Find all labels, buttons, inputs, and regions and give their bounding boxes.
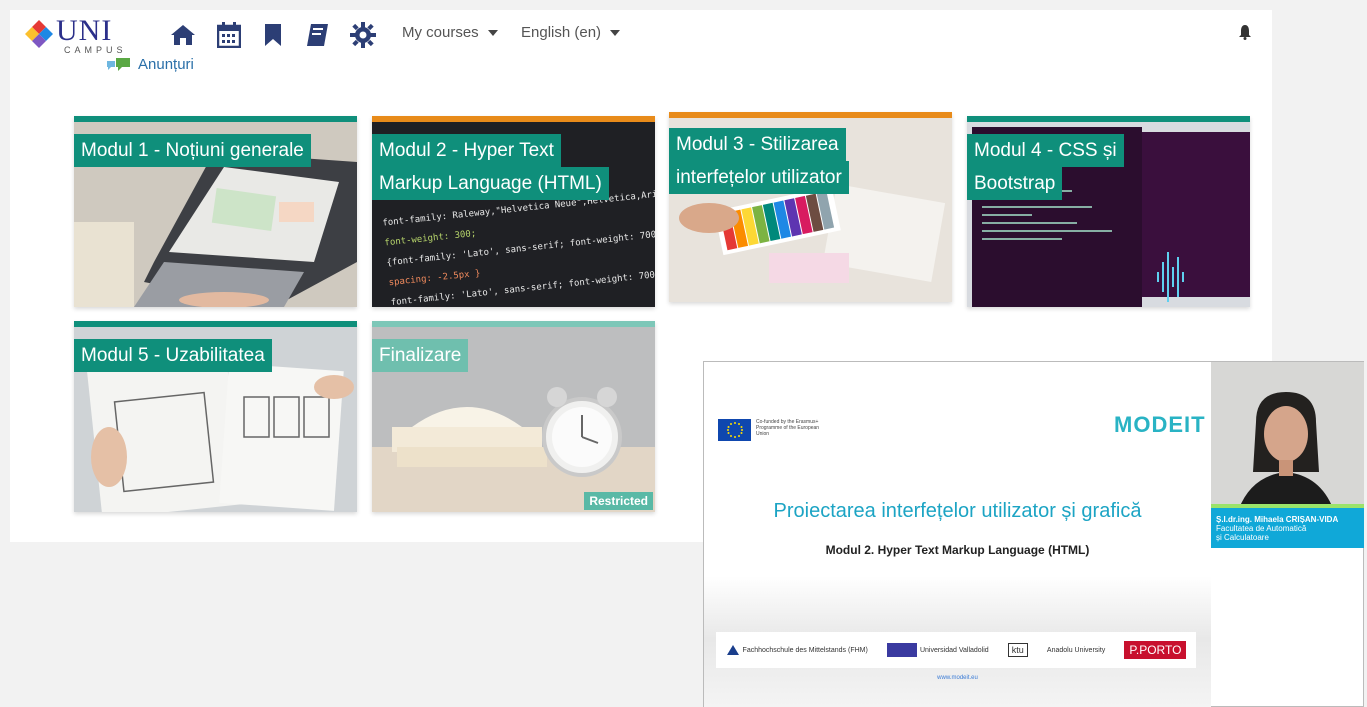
slide-title: Proiectarea interfețelor utilizator și g… — [773, 500, 1142, 522]
module-tile-5[interactable]: Modul 5 - Uzabilitatea — [74, 321, 357, 512]
calendar-icon[interactable] — [214, 20, 244, 50]
partner-valladolid: Universidad Valladolid — [886, 643, 989, 657]
logo-diamond-icon — [25, 20, 53, 48]
partner-pporto: P.PORTO — [1124, 641, 1187, 659]
chevron-down-icon — [610, 29, 621, 36]
module-tile-1[interactable]: Modul 1 - Noțiuni generale — [74, 116, 357, 307]
home-icon[interactable] — [168, 20, 198, 50]
logo-subtext: CAMPUS — [64, 45, 127, 55]
module-4-title-line-1: Modul 4 - CSS și — [967, 134, 1124, 167]
announcements-label: Anunțuri — [138, 56, 194, 73]
gear-icon[interactable] — [348, 20, 378, 50]
unicampus-logo[interactable]: UNI CAMPUS — [24, 14, 134, 58]
module-3-title-line-1: Modul 3 - Stilizarea — [669, 128, 846, 161]
module-tile-3[interactable]: Modul 3 - Stilizarea interfețelor utiliz… — [669, 112, 952, 302]
valladolid-logo-icon — [886, 643, 917, 657]
partner-anadolu: Anadolu University — [1046, 646, 1106, 654]
module-tile-4[interactable]: Modul 4 - CSS și Bootstrap — [967, 116, 1250, 307]
module-tile-finalizare[interactable]: Finalizare Restricted — [372, 321, 655, 512]
restricted-badge: Restricted — [584, 492, 653, 510]
bookmark-icon[interactable] — [258, 20, 288, 50]
eu-flag-icon — [718, 419, 751, 441]
presentation-slide: Co-funded by the Erasmus+ Programme of t… — [704, 362, 1211, 707]
module-1-title: Modul 1 - Noțiuni generale — [74, 134, 311, 167]
my-courses-label: My courses — [402, 24, 479, 41]
language-menu[interactable]: English (en) — [521, 24, 621, 41]
module-5-title: Modul 5 - Uzabilitatea — [74, 339, 272, 372]
partner-logos: Fachhochschule des Mittelstands (FHM) Un… — [716, 632, 1196, 668]
module-2-title-line-2: Markup Language (HTML) — [372, 167, 609, 200]
speaker-affiliation-line-1: Facultatea de Automatică — [1216, 524, 1307, 533]
partner-ktu: ktu — [1007, 643, 1028, 657]
fhm-logo-icon — [726, 645, 739, 655]
slide-subtitle: Modul 2. Hyper Text Markup Language (HTM… — [825, 543, 1090, 557]
module-3-title-line-2: interfețelor utilizator — [669, 161, 849, 194]
module-tile-2[interactable]: font-family: Raleway,"Helvetica Neue",He… — [372, 116, 655, 307]
my-courses-menu[interactable]: My courses — [402, 24, 498, 41]
finalizare-title: Finalizare — [372, 339, 469, 372]
modeit-logo: MODEIT — [1114, 412, 1206, 437]
lecture-video-overlay[interactable]: Co-funded by the Erasmus+ Programme of t… — [703, 361, 1364, 707]
logo-text: UNI — [56, 14, 113, 47]
module-2-title-line-1: Modul 2 - Hyper Text — [372, 134, 561, 167]
speaker-name-card: Ș.l.dr.ing. Mihaela CRIȘAN-VIDA Facultat… — [1211, 504, 1364, 548]
partner-fhm: Fachhochschule des Mittelstands (FHM) — [726, 644, 868, 656]
top-navbar: UNI CAMPUS My courses English (en) — [10, 10, 1272, 62]
eu-cofunded-text: Co-funded by the Erasmus+ Programme of t… — [756, 419, 820, 437]
announcements-link[interactable]: Anunțuri — [106, 56, 194, 73]
language-label: English (en) — [521, 24, 602, 41]
speaker-affiliation-line-2: și Calculatoare — [1216, 533, 1269, 542]
module-4-title-line-2: Bootstrap — [967, 167, 1063, 200]
speaker-name: Ș.l.dr.ing. Mihaela CRIȘAN-VIDA — [1216, 515, 1339, 524]
forum-icon — [107, 57, 130, 71]
book-icon[interactable] — [302, 20, 332, 50]
chevron-down-icon — [487, 29, 498, 36]
modeit-link[interactable]: www.modeit.eu — [704, 675, 1211, 681]
notification-bell-icon[interactable] — [1238, 24, 1252, 45]
